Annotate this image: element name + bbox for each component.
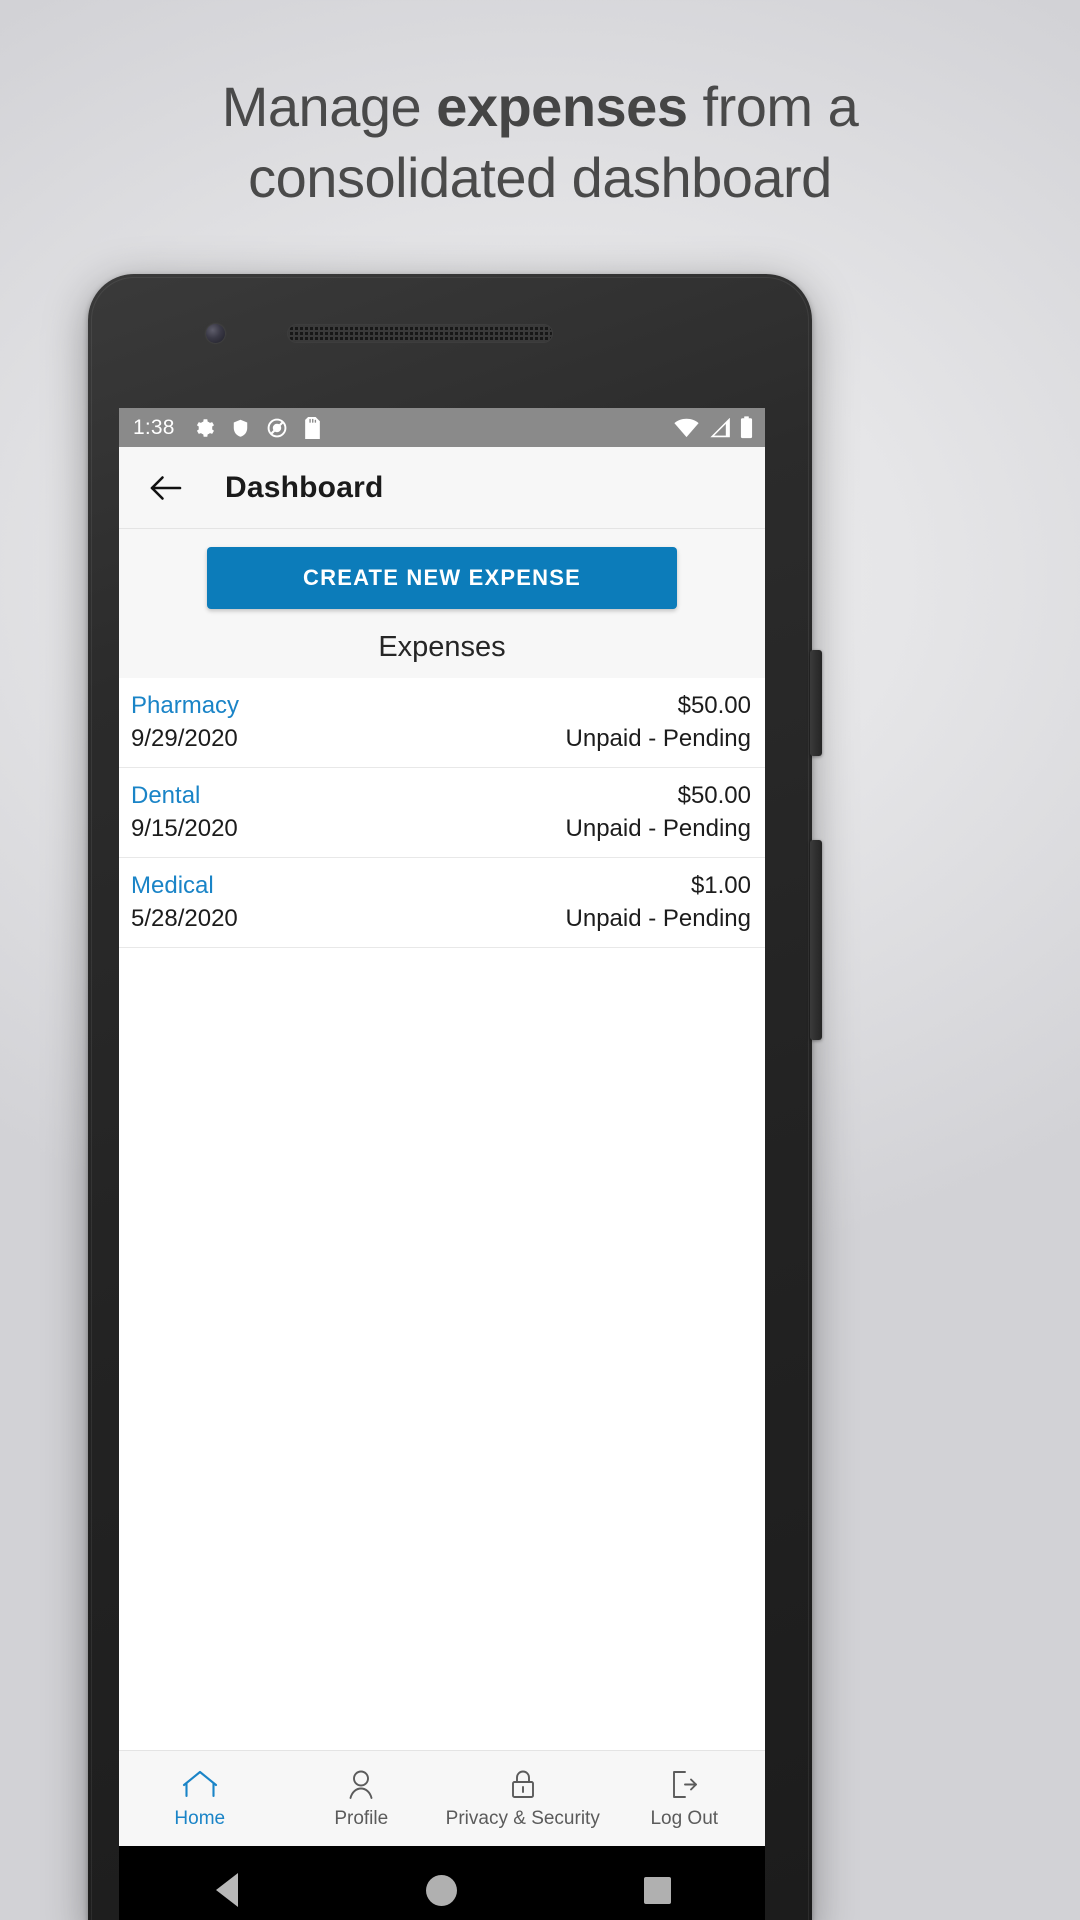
page-title: Dashboard (225, 470, 384, 504)
expense-name[interactable]: Medical (131, 872, 238, 900)
expense-amount: $50.00 (677, 782, 751, 809)
shield-icon (231, 417, 250, 439)
status-badge: Unpaid - Pending (565, 815, 751, 842)
status-bar: 1:38 (119, 408, 765, 447)
nav-label: Privacy & Security (445, 1808, 600, 1829)
app-bar: Dashboard (119, 447, 765, 529)
status-badge: Unpaid - Pending (565, 905, 751, 932)
nav-label: Profile (334, 1808, 389, 1829)
gear-icon (193, 417, 215, 439)
earpiece-speaker-icon (287, 324, 553, 343)
volume-button[interactable] (810, 650, 822, 756)
recents-square-icon (643, 1876, 671, 1904)
expense-primary-info: Dental 9/15/2020 (131, 782, 238, 843)
battery-icon (740, 416, 753, 439)
headline-text-post: from a (687, 75, 859, 138)
home-icon (181, 1767, 219, 1801)
expense-date: 9/15/2020 (131, 815, 238, 842)
expense-amount: $1.00 (690, 872, 751, 899)
back-arrow-icon[interactable] (145, 467, 187, 509)
do-not-disturb-icon (266, 417, 288, 439)
expense-secondary-info: $1.00 Unpaid - Pending (566, 872, 751, 933)
table-row[interactable]: Medical 5/28/2020 $1.00 Unpaid - Pending (119, 858, 765, 948)
nav-item-privacy-security[interactable]: Privacy & Security (442, 1751, 604, 1846)
bottom-navigation: Home Profile Privacy & Security Log Out (119, 1750, 765, 1846)
status-badge: Unpaid - Pending (565, 725, 751, 752)
expense-list: Pharmacy 9/29/2020 $50.00 Unpaid - Pendi… (119, 678, 765, 1750)
status-bar-left-icons (193, 416, 321, 439)
expense-secondary-info: $50.00 Unpaid - Pending (566, 782, 751, 843)
expense-amount: $50.00 (677, 692, 751, 719)
status-bar-clock: 1:38 (133, 415, 175, 439)
wifi-icon (674, 418, 699, 438)
nav-item-profile[interactable]: Profile (281, 1751, 443, 1846)
android-back-button[interactable] (187, 1846, 267, 1920)
logout-icon (668, 1767, 700, 1801)
table-row[interactable]: Pharmacy 9/29/2020 $50.00 Unpaid - Pendi… (119, 678, 765, 768)
back-triangle-icon (215, 1873, 238, 1907)
headline-text-bold: expenses (436, 75, 688, 138)
front-camera-icon (206, 324, 225, 343)
power-button[interactable] (810, 840, 822, 1040)
promo-headline: Manage expenses from a consolidated dash… (0, 75, 1080, 209)
lock-icon (509, 1767, 537, 1801)
nav-item-home[interactable]: Home (119, 1751, 281, 1846)
home-circle-icon (426, 1874, 458, 1906)
headline-line-2: consolidated dashboard (248, 145, 832, 209)
section-title-expenses: Expenses (378, 631, 506, 663)
nav-label: Log Out (650, 1808, 719, 1829)
nav-item-log-out[interactable]: Log Out (604, 1751, 766, 1846)
expense-secondary-info: $50.00 Unpaid - Pending (566, 692, 751, 753)
action-area: CREATE NEW EXPENSE Expenses (119, 529, 765, 678)
expense-name[interactable]: Dental (131, 782, 238, 810)
create-new-expense-button[interactable]: CREATE NEW EXPENSE (207, 547, 677, 609)
table-row[interactable]: Dental 9/15/2020 $50.00 Unpaid - Pending (119, 768, 765, 858)
status-bar-right-icons (674, 416, 753, 439)
android-system-navigation (119, 1846, 765, 1920)
phone-mockup: 1:38 Dashboard CREATE NEW EXPENSE Expens… (88, 274, 822, 1920)
sd-card-icon (304, 416, 321, 439)
expense-name[interactable]: Pharmacy (131, 692, 239, 720)
headline-text-pre: Manage (221, 75, 437, 138)
android-recents-button[interactable] (617, 1846, 697, 1920)
android-home-button[interactable] (402, 1846, 482, 1920)
expense-date: 9/29/2020 (131, 725, 238, 752)
person-icon (345, 1767, 377, 1801)
cellular-signal-icon (708, 417, 731, 438)
nav-label: Home (174, 1808, 226, 1829)
expense-primary-info: Medical 5/28/2020 (131, 872, 238, 933)
phone-screen: 1:38 Dashboard CREATE NEW EXPENSE Expens… (119, 408, 765, 1920)
expense-primary-info: Pharmacy 9/29/2020 (131, 692, 239, 753)
expense-date: 5/28/2020 (131, 905, 238, 932)
